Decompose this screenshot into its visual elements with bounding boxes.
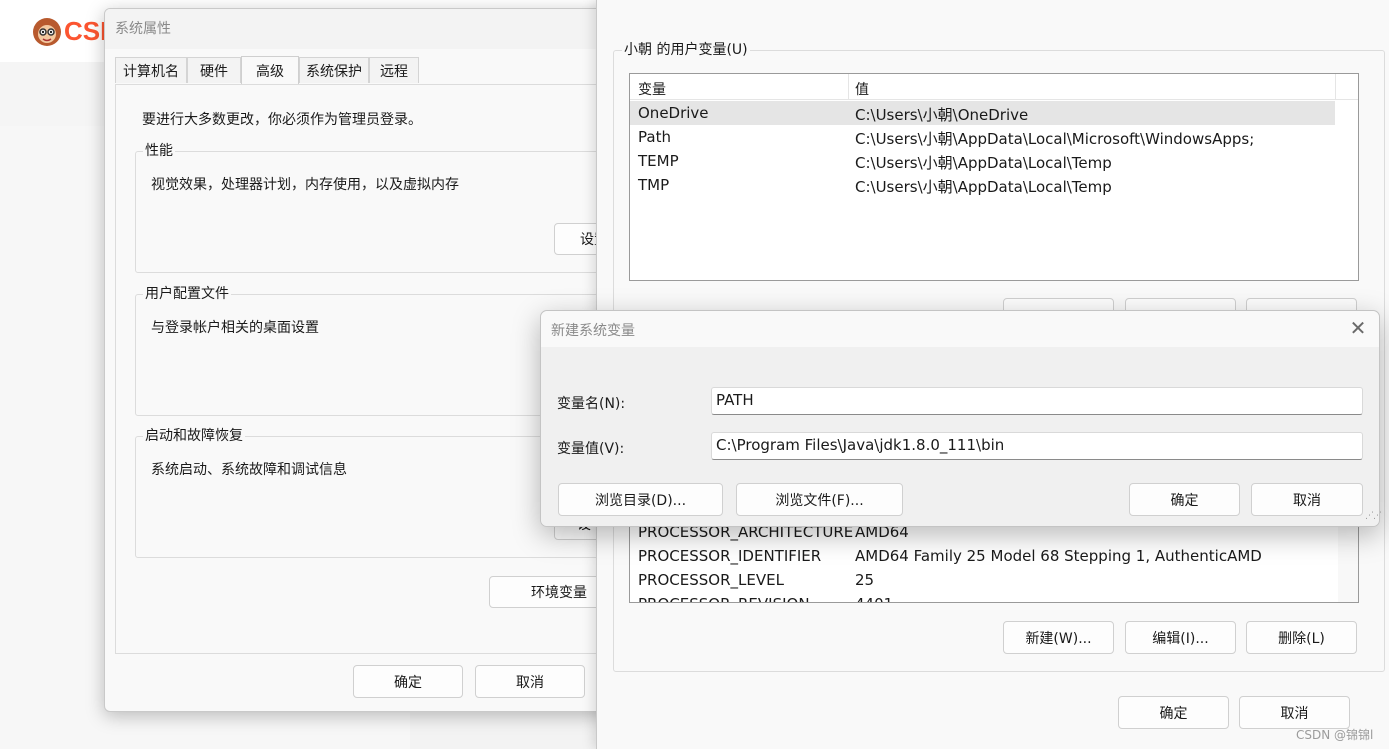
performance-group: 性能 视觉效果，处理器计划，内存使用，以及虚拟内存 设置 <box>135 142 625 273</box>
group-description: 系统启动、系统故障和调试信息 <box>151 462 347 478</box>
admin-notice: 要进行大多数更改，你必须作为管理员登录。 <box>142 112 422 128</box>
tab-hardware[interactable]: 硬件 <box>187 57 241 83</box>
list-item[interactable]: PROCESSOR_REVISION 4401 <box>630 592 1335 602</box>
user-variables-title: 小朝 的用户变量(U) <box>622 41 750 59</box>
dialog-title: 新建系统变量 <box>551 323 635 339</box>
variable-value: C:\Users\小朝\AppData\Local\Microsoft\Wind… <box>855 130 1255 148</box>
variable-name: PROCESSOR_LEVEL <box>638 571 784 589</box>
variable-name: PROCESSOR_REVISION <box>638 595 810 602</box>
new-system-variable-dialog: 新建系统变量 ✕ 变量名(N): PATH 变量值(V): C:\Program… <box>540 310 1382 527</box>
list-header: 变量 值 <box>630 74 1358 100</box>
system-delete-button[interactable]: 删除(L) <box>1246 621 1357 654</box>
browse-file-button[interactable]: 浏览文件(F)... <box>736 483 903 516</box>
csdn-mascot-icon <box>33 18 61 46</box>
system-edit-button[interactable]: 编辑(I)... <box>1125 621 1236 654</box>
variable-name: PROCESSOR_IDENTIFIER <box>638 547 822 565</box>
group-description: 视觉效果，处理器计划，内存使用，以及虚拟内存 <box>151 177 459 193</box>
ok-button[interactable]: 确定 <box>1129 483 1240 516</box>
variable-value-input[interactable]: C:\Program Files\Java\jdk1.8.0_111\bin <box>711 432 1363 460</box>
variable-value: C:\Users\小朝\OneDrive <box>855 106 1029 124</box>
list-item[interactable]: TMP C:\Users\小朝\AppData\Local\Temp <box>630 173 1335 197</box>
title-bar[interactable]: 新建系统变量 ✕ <box>541 311 1379 347</box>
variable-value-label: 变量值(V): <box>557 441 625 457</box>
ok-button[interactable]: 确定 <box>1118 696 1229 729</box>
list-item[interactable]: PROCESSOR_LEVEL 25 <box>630 568 1335 592</box>
variable-name-label: 变量名(N): <box>557 396 626 412</box>
variable-name: TEMP <box>638 152 679 170</box>
column-header-variable[interactable]: 变量 <box>638 79 666 99</box>
list-item[interactable]: OneDrive C:\Users\小朝\OneDrive <box>630 101 1335 125</box>
variable-name: Path <box>638 128 671 146</box>
variable-name: TMP <box>638 176 670 194</box>
variable-value: AMD64 Family 25 Model 68 Stepping 1, Aut… <box>855 547 1262 565</box>
resize-grip-icon[interactable]: ⋰⋰ <box>1365 511 1382 521</box>
column-divider[interactable] <box>848 74 849 100</box>
list-item[interactable]: Path C:\Users\小朝\AppData\Local\Microsoft… <box>630 125 1335 149</box>
system-new-button[interactable]: 新建(W)... <box>1003 621 1114 654</box>
variable-value: 4401 <box>855 595 893 602</box>
group-title: 启动和故障恢复 <box>143 427 245 445</box>
dialog-title: 系统属性 <box>115 21 171 37</box>
group-description: 与登录帐户相关的桌面设置 <box>151 320 319 336</box>
user-variables-list[interactable]: 变量 值 OneDrive C:\Users\小朝\OneDrive Path … <box>629 73 1359 281</box>
watermark: CSDN @锦锦l <box>1296 728 1374 742</box>
variable-value: 25 <box>855 571 875 589</box>
browse-directory-button[interactable]: 浏览目录(D)... <box>558 483 723 516</box>
list-item[interactable]: TEMP C:\Users\小朝\AppData\Local\Temp <box>630 149 1335 173</box>
cancel-button[interactable]: 取消 <box>475 665 585 698</box>
variable-value: C:\Users\小朝\AppData\Local\Temp <box>855 154 1112 172</box>
column-header-value[interactable]: 值 <box>855 79 869 99</box>
tab-advanced[interactable]: 高级 <box>241 56 299 85</box>
column-divider[interactable] <box>1335 74 1336 100</box>
title-bar[interactable]: 系统属性 <box>105 9 625 49</box>
variable-name-input[interactable]: PATH <box>711 387 1363 415</box>
variable-value: C:\Users\小朝\AppData\Local\Temp <box>855 178 1112 196</box>
tab-computer-name[interactable]: 计算机名 <box>115 57 187 83</box>
tab-system-protection[interactable]: 系统保护 <box>299 57 369 83</box>
variable-name: OneDrive <box>638 104 709 122</box>
group-title: 性能 <box>143 142 175 160</box>
list-item[interactable]: PROCESSOR_IDENTIFIER AMD64 Family 25 Mod… <box>630 544 1335 568</box>
cancel-button[interactable]: 取消 <box>1239 696 1350 729</box>
dialog-body: 变量名(N): PATH 变量值(V): C:\Program Files\Ja… <box>541 347 1379 526</box>
close-icon[interactable]: ✕ <box>1347 316 1369 340</box>
ok-button[interactable]: 确定 <box>353 665 463 698</box>
tab-remote[interactable]: 远程 <box>369 57 419 83</box>
group-title: 用户配置文件 <box>143 285 231 303</box>
cancel-button[interactable]: 取消 <box>1251 483 1363 516</box>
